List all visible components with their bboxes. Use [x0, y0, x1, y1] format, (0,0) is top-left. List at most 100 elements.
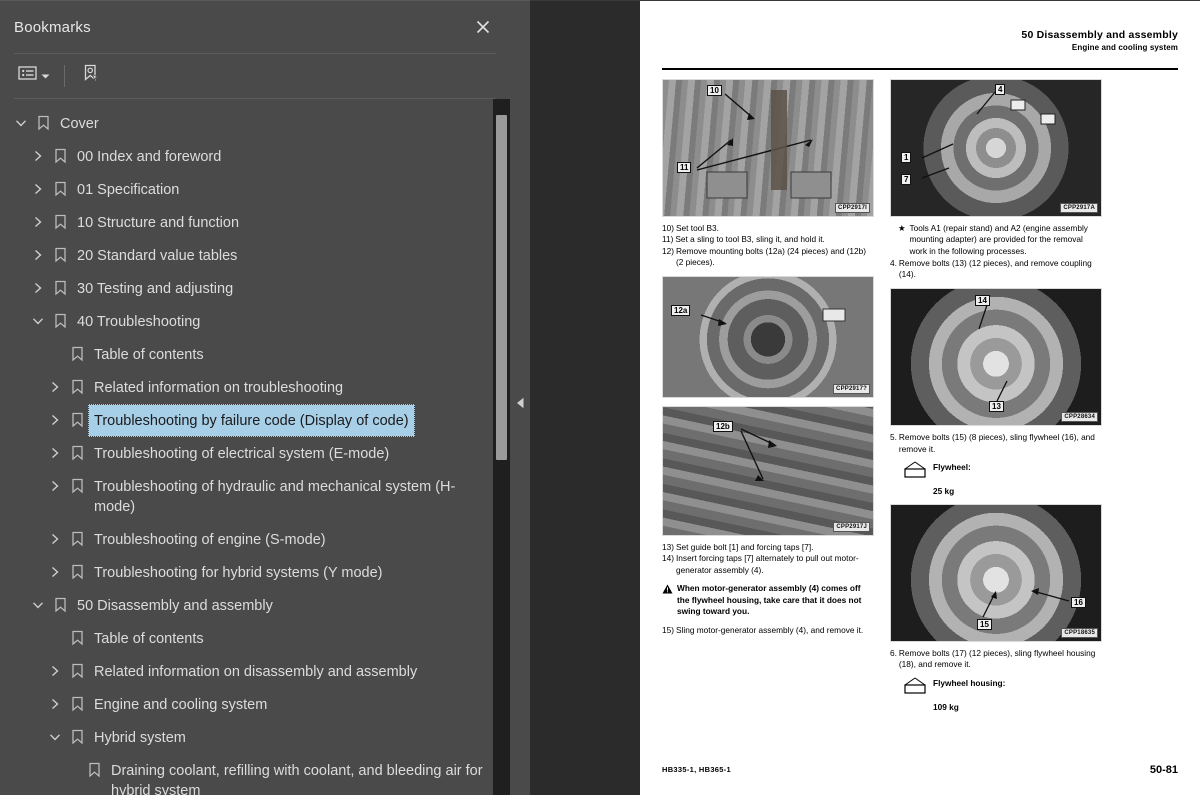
figure-photo-3: 12b CPP2917J	[662, 406, 874, 537]
collapse-panel-icon[interactable]	[516, 396, 525, 414]
bookmark-icon	[66, 622, 88, 655]
bookmark-item[interactable]: 10 Structure and function	[0, 206, 510, 239]
chevron-right-icon[interactable]	[44, 470, 66, 503]
pdf-page: 50 Disassembly and assembly Engine and c…	[640, 1, 1200, 795]
bookmark-item[interactable]: 00 Index and foreword	[0, 140, 510, 173]
step-number: 4.	[890, 257, 897, 268]
bookmarks-scrollbar[interactable]	[493, 98, 510, 795]
find-bookmark-button[interactable]	[77, 60, 105, 91]
bookmark-item-label: Table of contents	[94, 346, 204, 363]
chevron-down-icon	[41, 67, 50, 85]
bookmark-item-label: 00 Index and foreword	[77, 148, 222, 165]
bookmark-options-button[interactable]	[14, 62, 54, 89]
bookmark-item[interactable]: Troubleshooting by failure code (Display…	[0, 403, 510, 437]
bookmark-icon	[49, 305, 71, 338]
bookmark-item[interactable]: Related information on disassembly and a…	[0, 655, 510, 688]
step-line: 12) Remove mounting bolts (12a) (24 piec…	[662, 246, 874, 269]
bookmark-item-label: 30 Testing and adjusting	[77, 280, 234, 297]
bookmark-icon	[66, 437, 88, 470]
page-left-column: 10 11 CPP2917I 10) Set tool B3. 11) Set …	[662, 79, 874, 712]
chevron-right-icon[interactable]	[27, 272, 49, 305]
step-text: Set a sling to tool B3, sling it, and ho…	[675, 234, 825, 245]
figure-photo-6: 15 16 CPP18635	[890, 504, 1102, 643]
bookmark-item-label: Troubleshooting of electrical system (E-…	[94, 445, 390, 462]
panel-splitter[interactable]	[510, 0, 530, 795]
bookmark-item-label: Table of contents	[94, 630, 204, 647]
bookmark-icon	[66, 470, 88, 503]
bookmark-item[interactable]: 01 Specification	[0, 173, 510, 206]
left-steps-b: 13) Set guide bolt [1] and forcing taps …	[662, 542, 874, 576]
bookmark-icon	[49, 206, 71, 239]
bookmark-item[interactable]: 30 Testing and adjusting	[0, 272, 510, 305]
step-number: 14)	[662, 553, 674, 564]
bookmark-icon	[66, 371, 88, 404]
bookmark-item[interactable]: Related information on troubleshooting	[0, 371, 510, 404]
star-note: ★ Tools A1 (repair stand) and A2 (engine…	[890, 223, 1102, 257]
chevron-right-icon[interactable]	[27, 239, 49, 272]
bookmarks-panel-header: Bookmarks	[0, 1, 510, 53]
bookmark-icon	[66, 556, 88, 589]
bookmark-item-label: Troubleshooting by failure code (Display…	[88, 403, 415, 437]
chevron-down-icon[interactable]	[27, 305, 49, 338]
chevron-right-icon[interactable]	[44, 655, 66, 688]
bookmark-item-label: 10 Structure and function	[77, 214, 240, 231]
bookmark-item-label: Troubleshooting of hydraulic and mechani…	[94, 478, 456, 515]
step-text: Set tool B3.	[676, 223, 719, 233]
chevron-down-icon[interactable]	[44, 721, 66, 754]
bookmark-item[interactable]: Draining coolant, refilling with coolant…	[0, 754, 510, 795]
bookmark-item[interactable]: Troubleshooting of hydraulic and mechani…	[0, 470, 510, 523]
step-number: 12)	[662, 245, 674, 256]
chevron-right-icon[interactable]	[44, 404, 66, 437]
step-number: 6.	[890, 648, 897, 659]
bookmark-item[interactable]: 40 Troubleshooting	[0, 305, 510, 338]
bookmark-item[interactable]: Troubleshooting of engine (S-mode)	[0, 523, 510, 556]
close-icon[interactable]	[470, 14, 496, 40]
star-note-block: ★ Tools A1 (repair stand) and A2 (engine…	[890, 223, 1102, 280]
chevron-right-icon[interactable]	[27, 206, 49, 239]
step-text: Remove bolts (13) (12 pieces), and remov…	[898, 257, 1092, 280]
chevron-right-icon[interactable]	[27, 140, 49, 173]
bookmark-item[interactable]: Table of contents	[0, 622, 510, 655]
bookmark-icon	[49, 589, 71, 622]
chevron-right-icon[interactable]	[44, 688, 66, 721]
bookmark-icon	[49, 173, 71, 206]
bookmark-item[interactable]: 50 Disassembly and assembly	[0, 589, 510, 622]
bookmark-item[interactable]: Troubleshooting for hybrid systems (Y mo…	[0, 556, 510, 589]
step-line: 6. Remove bolts (17) (12 pieces), sling …	[890, 648, 1102, 671]
figure-photo-2: 12a CPP2917?	[662, 276, 874, 399]
bookmark-item[interactable]: Troubleshooting of electrical system (E-…	[0, 437, 510, 470]
chevron-right-icon[interactable]	[27, 173, 49, 206]
bookmark-item[interactable]: Cover	[0, 107, 510, 140]
figure-code: CPP2917?	[833, 384, 870, 395]
bookmarks-toolbar	[0, 54, 510, 98]
step-line: 15) Sling motor-generator assembly (4), …	[662, 625, 874, 636]
bookmark-item[interactable]: Table of contents	[0, 338, 510, 371]
chevron-right-icon[interactable]	[44, 437, 66, 470]
bookmark-item[interactable]: Hybrid system	[0, 721, 510, 754]
warning-text: When motor-generator assembly (4) comes …	[677, 583, 862, 617]
figure-photo-4: 4 1 7 CPP2917A	[890, 79, 1102, 217]
step-line: 13) Set guide bolt [1] and forcing taps …	[662, 542, 874, 553]
bookmark-icon	[66, 688, 88, 721]
pdf-viewer-area[interactable]: 50 Disassembly and assembly Engine and c…	[530, 0, 1200, 795]
step-text: Set guide bolt [1] and forcing taps [7].	[676, 542, 814, 553]
bookmarks-panel: Bookmarks Cover 00 Index and foreword 01…	[0, 0, 510, 795]
figure-photo-1: 10 11 CPP2917I	[662, 79, 874, 217]
chevron-right-icon[interactable]	[44, 371, 66, 404]
pdf-reader-window: Bookmarks Cover 00 Index and foreword 01…	[0, 0, 1200, 795]
bookmark-item-label: Draining coolant, refilling with coolant…	[111, 762, 483, 795]
page-footer-models: HB335-1, HB365-1	[662, 765, 731, 774]
bookmark-item[interactable]: Engine and cooling system	[0, 688, 510, 721]
bookmarks-scrollbar-thumb[interactable]	[496, 114, 507, 460]
bookmark-item-label: 50 Disassembly and assembly	[77, 597, 273, 614]
bookmark-item[interactable]: 20 Standard value tables	[0, 239, 510, 272]
weight-label: Flywheel:	[933, 462, 971, 473]
left-steps-c: 15) Sling motor-generator assembly (4), …	[662, 625, 874, 636]
chevron-right-icon[interactable]	[44, 523, 66, 556]
chevron-right-icon[interactable]	[44, 556, 66, 589]
chevron-down-icon[interactable]	[27, 589, 49, 622]
chevron-down-icon[interactable]	[10, 107, 32, 140]
bookmark-item-label: Cover	[60, 115, 99, 132]
